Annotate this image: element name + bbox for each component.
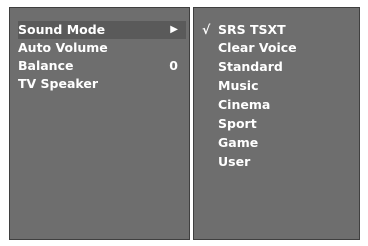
tv-osd-screen: Sound Mode ▶ Auto Volume Balance 0 TV Sp… <box>0 0 368 246</box>
menu-item-label: Balance <box>18 58 74 73</box>
option-label: Game <box>218 135 259 150</box>
menu-item-label: Auto Volume <box>18 40 108 55</box>
checkmark-icon: √ <box>202 22 211 37</box>
menu-item-auto-volume[interactable]: Auto Volume <box>18 39 186 57</box>
option-label: User <box>218 154 251 169</box>
option-label: Clear Voice <box>218 40 297 55</box>
option-label: Standard <box>218 59 283 74</box>
submenu-arrow-icon: ▶ <box>170 24 178 35</box>
sound-menu-panel: Sound Mode ▶ Auto Volume Balance 0 TV Sp… <box>9 7 190 240</box>
balance-value: 0 <box>169 58 178 73</box>
sound-mode-submenu-panel: √ SRS TSXT Clear Voice Standard Music Ci… <box>193 7 360 240</box>
option-label: Music <box>218 78 259 93</box>
menu-item-label: Sound Mode <box>18 22 106 37</box>
option-label: Sport <box>218 116 257 131</box>
menu-item-balance[interactable]: Balance 0 <box>18 57 186 75</box>
option-label: Cinema <box>218 97 271 112</box>
menu-item-label: TV Speaker <box>18 76 99 91</box>
menu-item-sound-mode[interactable]: Sound Mode ▶ <box>18 21 186 39</box>
option-label: SRS TSXT <box>218 22 286 37</box>
menu-item-tv-speaker[interactable]: TV Speaker <box>18 75 186 93</box>
